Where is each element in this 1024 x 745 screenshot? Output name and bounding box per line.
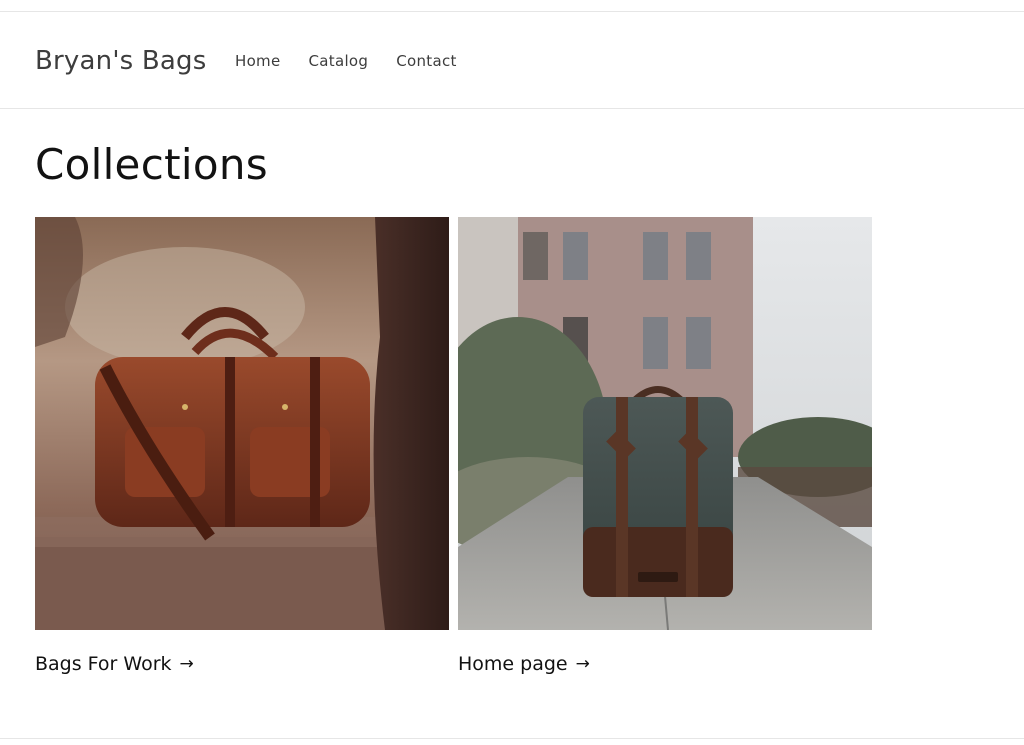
- nav-item-home[interactable]: Home: [235, 50, 281, 72]
- collection-card-home-page[interactable]: Home page →: [458, 217, 872, 675]
- site-header: Bryan's Bags Home Catalog Contact: [0, 12, 1024, 109]
- collection-label: Home page: [458, 653, 568, 675]
- collection-image-backpack[interactable]: [458, 217, 872, 630]
- nav-item-catalog[interactable]: Catalog: [309, 50, 369, 72]
- collection-image-duffel[interactable]: [35, 217, 449, 630]
- store-logo[interactable]: Bryan's Bags: [35, 43, 207, 79]
- bottom-divider: [0, 738, 1024, 739]
- nav-item-contact[interactable]: Contact: [396, 50, 456, 72]
- collection-link-home-page[interactable]: Home page →: [458, 651, 590, 677]
- collection-card-bags-for-work[interactable]: Bags For Work →: [35, 217, 449, 675]
- arrow-right-icon: →: [179, 654, 194, 674]
- arrow-right-icon: →: [575, 654, 590, 674]
- collection-link-bags-for-work[interactable]: Bags For Work →: [35, 651, 194, 677]
- page-title: Collections: [35, 140, 268, 189]
- collection-label: Bags For Work: [35, 653, 172, 675]
- main-nav: Home Catalog Contact: [235, 50, 485, 72]
